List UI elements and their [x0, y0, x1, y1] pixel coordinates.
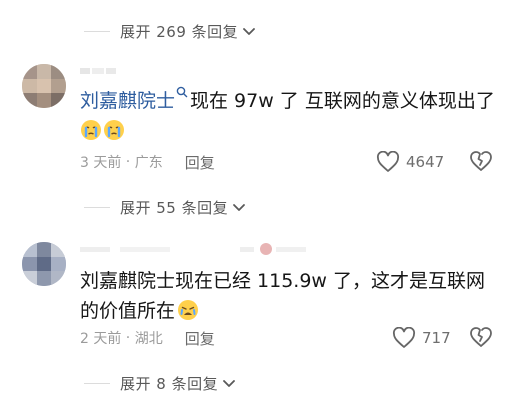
comment-text: 刘嘉麒院士 现在 97w 了 互联网的意义体现出了	[80, 86, 500, 146]
avatar[interactable]	[22, 242, 66, 286]
location: 广东	[134, 155, 163, 171]
like-button[interactable]: 717	[392, 326, 451, 350]
chevron-down-icon	[243, 28, 256, 35]
avatar[interactable]	[22, 64, 66, 108]
comment-meta: 3 天前 · 广东 回复	[80, 152, 215, 172]
expand-replies-label: 展开 55 条回复	[120, 198, 229, 217]
divider	[84, 382, 110, 384]
chevron-down-icon	[233, 204, 246, 211]
divider	[84, 30, 110, 32]
heart-icon	[392, 327, 416, 348]
expand-replies-mid[interactable]: 展开 55 条回复	[84, 194, 246, 220]
timestamp: 2 天前	[80, 331, 122, 347]
chevron-down-icon	[223, 380, 235, 387]
comment-meta: 2 天前 · 湖北 回复	[80, 328, 215, 348]
expand-replies-label: 展开 269 条回复	[120, 22, 239, 41]
crying-face-emoji	[104, 120, 124, 140]
separator-dot: ·	[121, 154, 135, 170]
mention-link[interactable]: 刘嘉麒院士	[80, 90, 175, 112]
separator-dot: ·	[121, 330, 135, 346]
reply-button[interactable]: 回复	[185, 152, 215, 173]
like-count: 4647	[406, 153, 445, 171]
location: 湖北	[134, 331, 163, 347]
comment-body: 刘嘉麒院士现在已经 115.9w 了，这才是互联网的价值所在	[80, 270, 486, 322]
crying-face-emoji	[81, 120, 101, 140]
expand-replies-top[interactable]: 展开 269 条回复	[84, 18, 256, 44]
username-blurred[interactable]	[80, 66, 124, 78]
comment-text: 刘嘉麒院士现在已经 115.9w 了，这才是互联网的价值所在	[80, 266, 500, 326]
broken-heart-icon[interactable]	[469, 149, 493, 173]
divider	[84, 206, 110, 208]
broken-heart-icon[interactable]	[469, 325, 493, 349]
comment-body: 现在 97w 了 互联网的意义体现出了	[190, 90, 495, 112]
like-button[interactable]: 4647	[376, 150, 444, 174]
reply-button[interactable]: 回复	[185, 328, 215, 349]
expand-replies-label: 展开 8 条回复	[120, 374, 219, 393]
like-count: 717	[422, 329, 451, 347]
timestamp: 3 天前	[80, 155, 122, 171]
search-icon[interactable]	[176, 86, 188, 98]
expand-replies-bottom[interactable]: 展开 8 条回复	[84, 370, 236, 396]
weary-face-emoji	[178, 300, 199, 320]
username-blurred[interactable]	[80, 242, 310, 255]
heart-icon	[376, 151, 400, 172]
